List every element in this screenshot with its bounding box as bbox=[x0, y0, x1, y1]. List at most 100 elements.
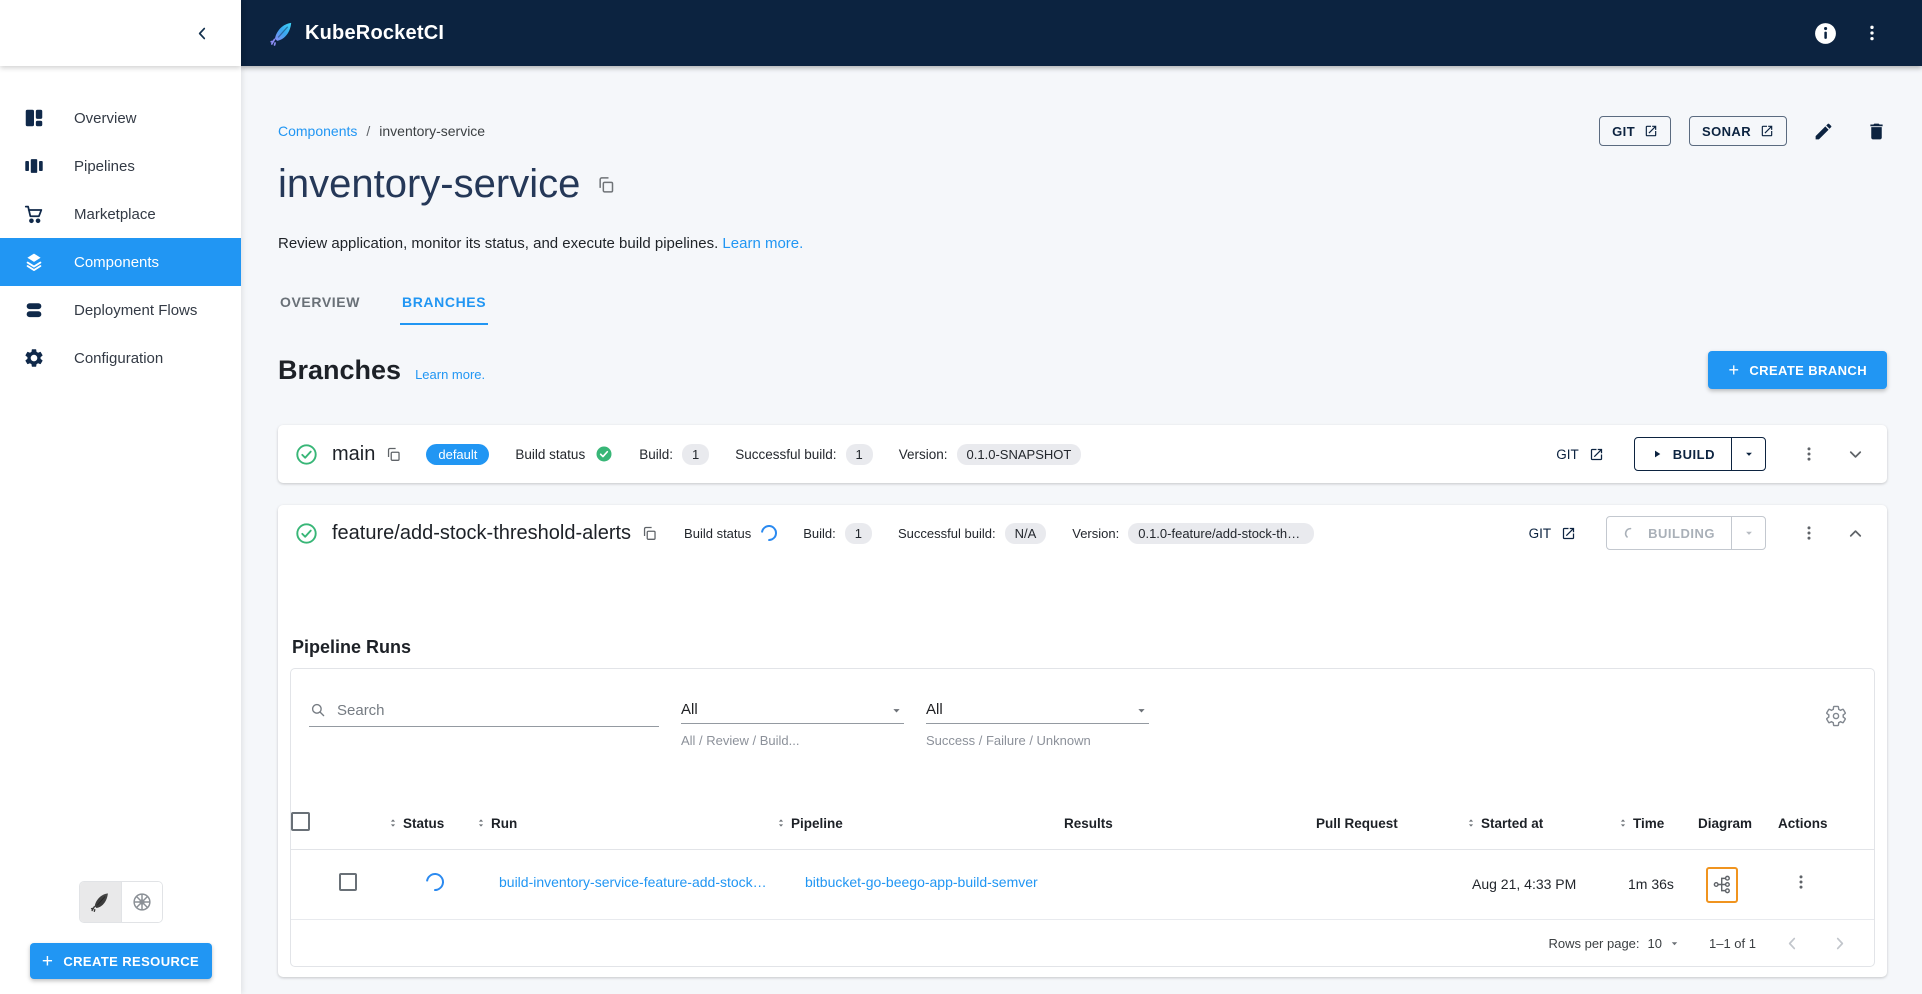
brand[interactable]: KubeRocketCI bbox=[268, 20, 444, 47]
description-learn-more-link[interactable]: Learn more. bbox=[722, 235, 803, 252]
sort-icon[interactable] bbox=[774, 815, 788, 831]
run-link[interactable]: build-inventory-service-feature-add-stoc… bbox=[499, 874, 767, 890]
build-options-caret-button[interactable] bbox=[1731, 438, 1765, 470]
building-split-button: BUILDING bbox=[1606, 516, 1766, 550]
app-root: Overview Pipelines Marketplace Component… bbox=[0, 0, 1922, 994]
edit-button[interactable] bbox=[1813, 121, 1834, 142]
branch-kebab-menu-button[interactable] bbox=[1800, 524, 1818, 542]
sidebar-item-pipelines[interactable]: Pipelines bbox=[0, 142, 241, 190]
topbar-kebab-menu-button[interactable] bbox=[1862, 23, 1882, 43]
row-checkbox[interactable] bbox=[339, 873, 357, 891]
table-pagination: Rows per page: 10 1–1 of 1 bbox=[291, 920, 1874, 966]
build-options-caret-button[interactable] bbox=[1731, 517, 1765, 549]
view-toggle-group bbox=[78, 881, 163, 923]
sidebar-header bbox=[0, 0, 241, 66]
table-settings-button[interactable] bbox=[1824, 704, 1848, 728]
diagram-icon bbox=[1713, 875, 1730, 894]
column-header-started-at[interactable]: Started at bbox=[1481, 816, 1543, 831]
kubernetes-view-toggle-button[interactable] bbox=[120, 882, 162, 922]
version-badge: 0.1.0-SNAPSHOT bbox=[956, 443, 1082, 465]
build-count-badge: 1 bbox=[681, 443, 710, 465]
play-icon bbox=[1654, 450, 1661, 458]
started-at-cell: Aug 21, 4:33 PM bbox=[1472, 875, 1577, 892]
sidebar-item-deployment-flows[interactable]: Deployment Flows bbox=[0, 286, 241, 334]
default-branch-chip: default bbox=[426, 443, 490, 465]
copy-title-button[interactable] bbox=[596, 175, 616, 195]
select-all-checkbox[interactable] bbox=[291, 812, 310, 831]
sonar-button[interactable]: SONAR bbox=[1689, 116, 1787, 146]
build-status-running-spinner bbox=[757, 521, 781, 545]
copy-branch-name-button[interactable] bbox=[385, 446, 402, 463]
tab-overview[interactable]: OVERVIEW bbox=[278, 288, 362, 325]
sort-icon[interactable] bbox=[1616, 815, 1630, 831]
gear-icon bbox=[1825, 705, 1847, 727]
caret-down-icon bbox=[1745, 531, 1752, 535]
branch-kebab-menu-button[interactable] bbox=[1800, 445, 1818, 463]
branch-success-icon bbox=[296, 443, 317, 465]
rows-per-page-select[interactable]: 10 bbox=[1648, 936, 1681, 951]
sort-icon[interactable] bbox=[474, 815, 488, 831]
build-button[interactable]: BUILD bbox=[1635, 438, 1731, 470]
krci-view-toggle-button[interactable] bbox=[79, 882, 121, 922]
chevron-up-icon bbox=[1849, 529, 1862, 537]
column-header-actions: Actions bbox=[1778, 815, 1828, 831]
copy-branch-name-button[interactable] bbox=[641, 525, 658, 542]
breadcrumb-current: inventory-service bbox=[379, 123, 486, 139]
collapse-branch-button[interactable] bbox=[1846, 524, 1865, 543]
sidebar-collapse-button[interactable] bbox=[194, 25, 211, 42]
info-button[interactable] bbox=[1813, 21, 1838, 46]
branch-actions: GIT BUILDING bbox=[1529, 516, 1865, 550]
build-label: Build: bbox=[639, 446, 673, 462]
tab-branches[interactable]: BRANCHES bbox=[400, 288, 489, 325]
sidebar-item-configuration[interactable]: Configuration bbox=[0, 334, 241, 382]
topbar: KubeRocketCI bbox=[241, 0, 1922, 66]
pipeline-link[interactable]: bitbucket-go-beego-app-build-semver bbox=[805, 874, 1038, 890]
column-header-pipeline[interactable]: Pipeline bbox=[791, 816, 843, 831]
previous-page-button[interactable] bbox=[1784, 935, 1801, 952]
branch-expanded-body: Pipeline Runs All bbox=[278, 637, 1887, 977]
diagram-button[interactable] bbox=[1712, 874, 1733, 895]
git-button[interactable]: GIT bbox=[1599, 116, 1672, 146]
expand-branch-button[interactable] bbox=[1846, 445, 1865, 464]
sidebar-item-components[interactable]: Components bbox=[0, 238, 241, 286]
rocket-feather-icon bbox=[90, 892, 109, 913]
next-page-button[interactable] bbox=[1831, 935, 1848, 952]
sidebar: Overview Pipelines Marketplace Component… bbox=[0, 0, 241, 994]
pipeline-status-select[interactable]: All Success / Failure / Unknown bbox=[926, 701, 1149, 748]
pipeline-type-select[interactable]: All All / Review / Build... bbox=[681, 701, 904, 748]
create-branch-button[interactable]: + CREATE BRANCH bbox=[1708, 351, 1887, 389]
branch-card-main: main default Build status Build: 1 Succe… bbox=[278, 425, 1887, 483]
building-button[interactable]: BUILDING bbox=[1607, 517, 1731, 549]
kubernetes-wheel-icon bbox=[132, 893, 151, 911]
sidebar-item-label: Overview bbox=[74, 109, 137, 127]
brand-title: KubeRocketCI bbox=[305, 21, 445, 44]
external-link-icon bbox=[1590, 448, 1602, 460]
sidebar-item-overview[interactable]: Overview bbox=[0, 94, 241, 142]
sidebar-item-marketplace[interactable]: Marketplace bbox=[0, 190, 241, 238]
branch-git-link[interactable]: GIT bbox=[1556, 447, 1604, 462]
successful-build-badge: N/A bbox=[1004, 522, 1047, 544]
branches-learn-more-link[interactable]: Learn more. bbox=[415, 367, 485, 382]
branches-header-row: Branches Learn more. + CREATE BRANCH bbox=[278, 351, 1887, 389]
table-header-row: Status Run Pipeline Results Pull Request… bbox=[291, 812, 1874, 850]
delete-button[interactable] bbox=[1866, 121, 1887, 142]
pipeline-runs-table: Status Run Pipeline Results Pull Request… bbox=[291, 812, 1874, 920]
column-header-status[interactable]: Status bbox=[403, 816, 444, 831]
column-header-time[interactable]: Time bbox=[1633, 816, 1664, 831]
chevron-right-icon bbox=[1836, 937, 1844, 949]
sort-icon[interactable] bbox=[1464, 815, 1478, 831]
search-field[interactable] bbox=[309, 701, 659, 727]
breadcrumb: Components / inventory-service bbox=[278, 123, 485, 139]
column-header-run[interactable]: Run bbox=[491, 816, 517, 831]
successful-build-label: Successful build: bbox=[735, 446, 837, 462]
breadcrumb-components-link[interactable]: Components bbox=[278, 123, 357, 139]
search-input[interactable] bbox=[337, 702, 659, 719]
create-resource-button[interactable]: + CREATE RESOURCE bbox=[29, 943, 212, 979]
chevron-left-icon bbox=[1788, 937, 1796, 949]
tabs: OVERVIEW BRANCHES bbox=[278, 288, 1887, 325]
sidebar-item-label: Configuration bbox=[74, 349, 164, 367]
sort-icon[interactable] bbox=[386, 815, 400, 831]
row-kebab-menu-button[interactable] bbox=[1792, 873, 1810, 891]
branch-git-link[interactable]: GIT bbox=[1529, 526, 1577, 541]
select-value: All bbox=[926, 701, 943, 718]
